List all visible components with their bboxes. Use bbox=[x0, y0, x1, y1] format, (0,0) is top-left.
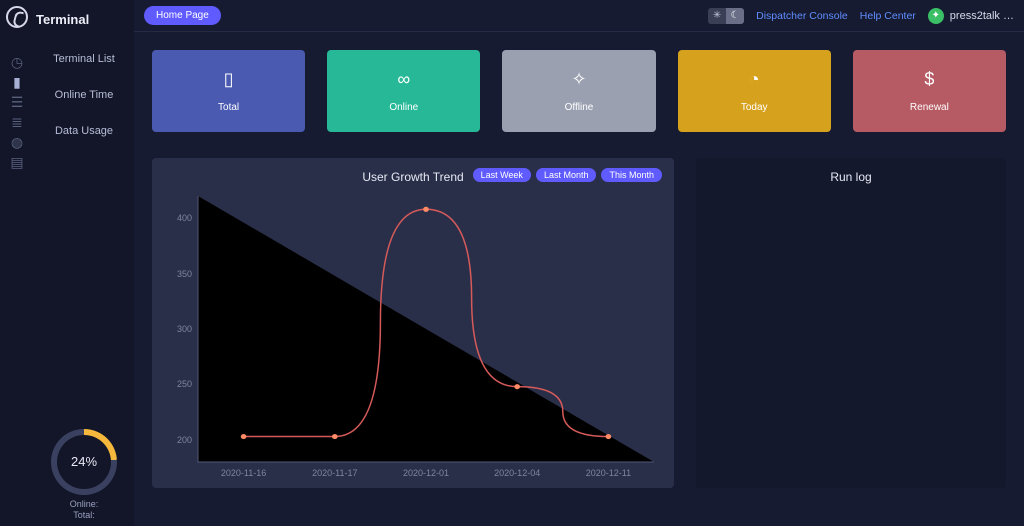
theme-dark-icon[interactable]: ☾ bbox=[726, 8, 744, 24]
gauge-percent: 24% bbox=[71, 454, 97, 469]
theme-toggle[interactable]: ✳ ☾ bbox=[708, 8, 744, 24]
card-online[interactable]: ∞ Online bbox=[327, 50, 480, 132]
theme-light-icon[interactable]: ✳ bbox=[708, 8, 726, 24]
online-icon: ∞ bbox=[397, 69, 410, 90]
sidebar-item-2[interactable]: Data Usage bbox=[34, 113, 134, 149]
user-menu[interactable]: ✦ press2talk … bbox=[928, 8, 1014, 24]
x-tick: 2020-11-17 bbox=[312, 468, 357, 478]
total-icon: ▯ bbox=[224, 69, 234, 90]
link-dispatcher-console[interactable]: Dispatcher Console bbox=[756, 10, 848, 22]
lower-panels: User Growth Trend Last WeekLast MonthThi… bbox=[152, 158, 1006, 488]
doc-icon[interactable]: ▤ bbox=[7, 152, 27, 172]
sidebar: Terminal Terminal ListOnline TimeData Us… bbox=[34, 0, 134, 526]
online-gauge: 24% Online: Total: bbox=[34, 429, 134, 526]
users-icon[interactable]: ☰ bbox=[7, 92, 27, 112]
gauge-caption: Online: Total: bbox=[70, 499, 99, 522]
content: ▯Total∞Online✧Offline◔Today$Renewal User… bbox=[134, 32, 1024, 526]
growth-chart: 200 250 300 350 400 2020-11-16 2020-11-17 2020-… bbox=[166, 192, 660, 478]
chip-this-month[interactable]: This Month bbox=[601, 168, 662, 182]
sidebar-item-1[interactable]: Online Time bbox=[34, 77, 134, 113]
chart-panel: User Growth Trend Last WeekLast MonthThi… bbox=[152, 158, 674, 488]
runlog-title: Run log bbox=[710, 170, 992, 184]
topbar: Home Page ✳ ☾ Dispatcher Console Help Ce… bbox=[134, 0, 1024, 32]
y-tick: 400 bbox=[166, 213, 192, 223]
main-area: Home Page ✳ ☾ Dispatcher Console Help Ce… bbox=[134, 0, 1024, 526]
y-tick: 350 bbox=[166, 269, 192, 279]
offline-icon: ✧ bbox=[571, 69, 586, 90]
x-tick: 2020-11-16 bbox=[221, 468, 266, 478]
avatar-icon: ✦ bbox=[928, 8, 944, 24]
link-help-center[interactable]: Help Center bbox=[860, 10, 916, 22]
today-icon: ◔ bbox=[749, 69, 760, 90]
globe-icon[interactable]: ◍ bbox=[7, 132, 27, 152]
card-renewal[interactable]: $ Renewal bbox=[853, 50, 1006, 132]
icon-rail: ◷▮☰≣◍▤ bbox=[0, 0, 34, 526]
dashboard-icon[interactable]: ◷ bbox=[7, 52, 27, 72]
y-tick: 250 bbox=[166, 379, 192, 389]
renewal-icon: $ bbox=[924, 69, 934, 90]
gauge-ring: 24% bbox=[51, 429, 117, 495]
user-name: press2talk … bbox=[950, 10, 1014, 22]
card-label: Renewal bbox=[910, 102, 949, 113]
x-tick: 2020-12-11 bbox=[586, 468, 631, 478]
app-logo bbox=[6, 6, 28, 28]
card-total[interactable]: ▯ Total bbox=[152, 50, 305, 132]
sidebar-item-0[interactable]: Terminal List bbox=[34, 41, 134, 77]
chip-last-month[interactable]: Last Month bbox=[536, 168, 597, 182]
section-title: Terminal bbox=[34, 6, 134, 41]
card-label: Offline bbox=[565, 102, 594, 113]
card-today[interactable]: ◔ Today bbox=[678, 50, 831, 132]
stats-icon[interactable]: ≣ bbox=[7, 112, 27, 132]
card-label: Total bbox=[218, 102, 239, 113]
chart-range-chips: Last Week Last Month This Month bbox=[473, 168, 662, 182]
card-label: Today bbox=[741, 102, 768, 113]
x-tick: 2020-12-01 bbox=[403, 468, 449, 478]
home-button[interactable]: Home Page bbox=[144, 6, 221, 25]
card-offline[interactable]: ✧ Offline bbox=[502, 50, 655, 132]
runlog-panel: Run log bbox=[696, 158, 1006, 488]
x-tick: 2020-12-04 bbox=[494, 468, 540, 478]
summary-cards: ▯ Total ∞ Online ✧ Offline ◔ Today $ Renewal bbox=[152, 50, 1006, 132]
chip-last-week[interactable]: Last Week bbox=[473, 168, 531, 182]
y-tick: 200 bbox=[166, 435, 192, 445]
y-tick: 300 bbox=[166, 324, 192, 334]
radio-icon[interactable]: ▮ bbox=[7, 72, 27, 92]
card-label: Online bbox=[389, 102, 418, 113]
